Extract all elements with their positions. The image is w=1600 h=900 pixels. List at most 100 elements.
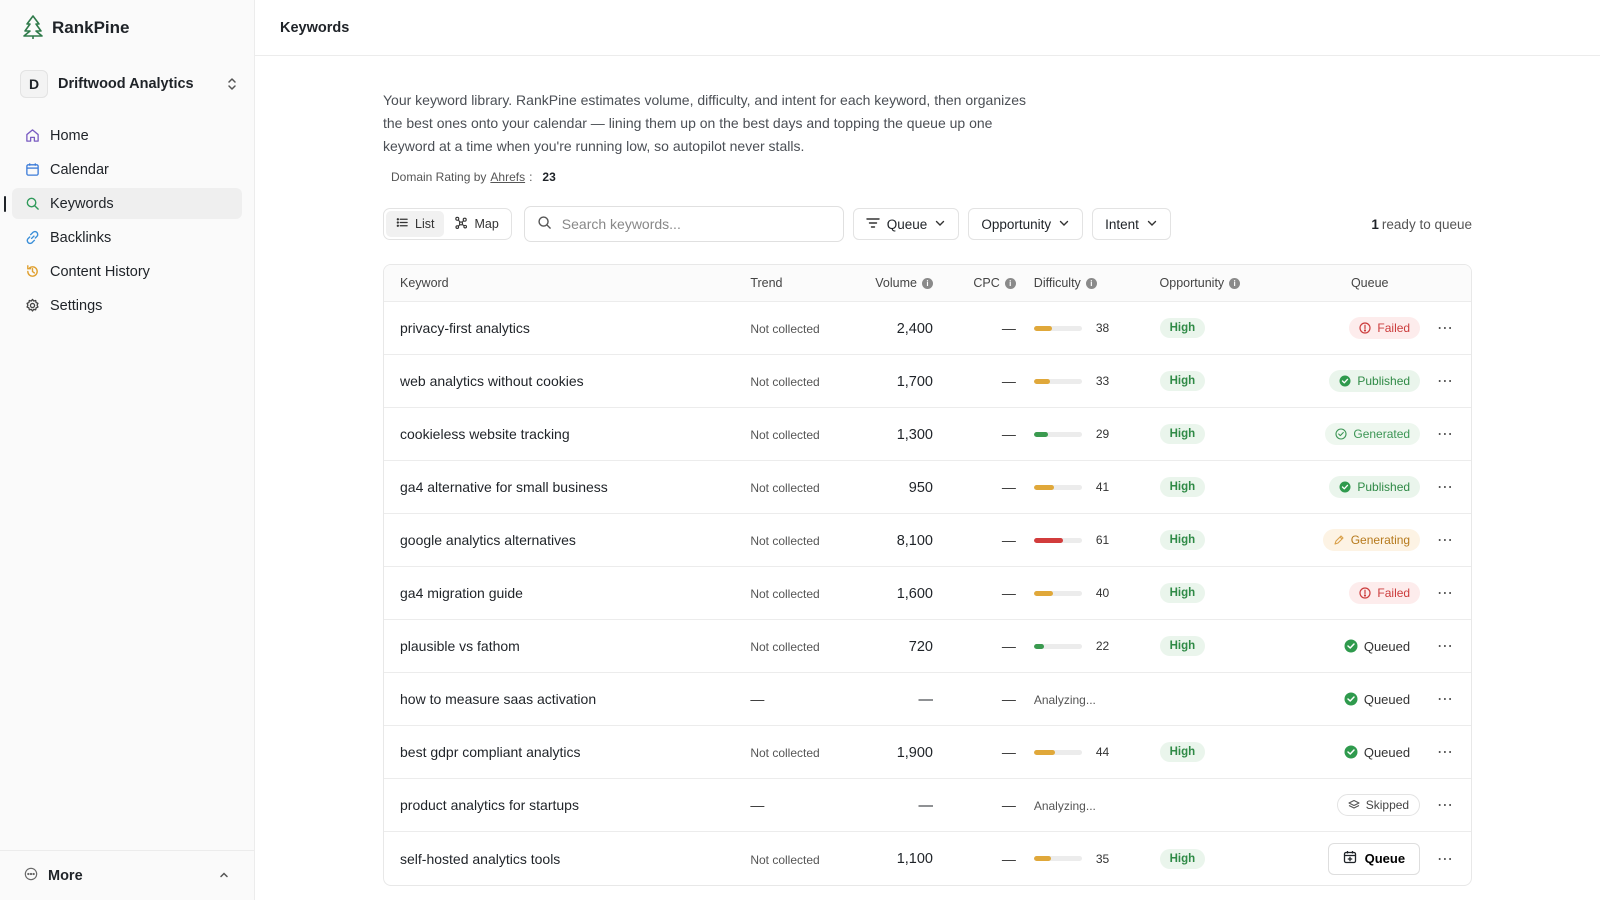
list-view-button[interactable]: List xyxy=(386,211,445,237)
keyword-text[interactable]: how to measure saas activation xyxy=(400,691,596,707)
table-row[interactable]: google analytics alternatives Not collect… xyxy=(384,514,1471,567)
list-icon xyxy=(396,216,409,232)
keyword-text[interactable]: ga4 alternative for small business xyxy=(400,479,608,495)
table-row[interactable]: ga4 migration guide Not collected 1,600 — 40… xyxy=(384,567,1471,620)
workspace-switcher[interactable]: D Driftwood Analytics xyxy=(20,66,242,102)
domain-rating: Domain Rating by Ahrefs : 23 xyxy=(383,170,1472,184)
volume-value: 1,900 xyxy=(896,744,933,761)
header-cpc[interactable]: CPC i xyxy=(933,276,1016,290)
sidebar-item-backlinks[interactable]: Backlinks xyxy=(12,222,242,253)
status-badge: Failed xyxy=(1349,317,1421,339)
header-opportunity[interactable]: Opportunity i xyxy=(1160,276,1280,290)
more-actions-icon[interactable]: ⋯ xyxy=(1437,477,1454,497)
intent-filter-button[interactable]: Intent xyxy=(1092,208,1171,240)
chevron-down-icon xyxy=(1058,217,1070,232)
chevron-up-icon xyxy=(218,868,230,884)
table-row[interactable]: ga4 alternative for small business Not co… xyxy=(384,461,1471,514)
more-actions-icon[interactable]: ⋯ xyxy=(1437,583,1454,603)
trend-value: Not collected xyxy=(750,640,820,654)
difficulty-value: 35 xyxy=(1095,851,1110,866)
search-icon xyxy=(24,196,40,212)
table-row[interactable]: best gdpr compliant analytics Not collect… xyxy=(384,726,1471,779)
opportunity-filter-button[interactable]: Opportunity xyxy=(968,208,1084,240)
more-actions-icon[interactable]: ⋯ xyxy=(1437,530,1454,550)
volume-value: 950 xyxy=(908,479,933,496)
keyword-text[interactable]: ga4 migration guide xyxy=(400,585,523,601)
brand[interactable]: RankPine xyxy=(0,0,254,56)
ahrefs-link[interactable]: Ahrefs xyxy=(490,170,525,184)
sidebar: RankPine D Driftwood Analytics Home Cale… xyxy=(0,0,255,900)
header-difficulty[interactable]: Difficulty i xyxy=(1016,276,1160,290)
difficulty-bar-fill xyxy=(1033,590,1054,596)
more-actions-icon[interactable]: ⋯ xyxy=(1437,689,1454,709)
opportunity-filter-label: Opportunity xyxy=(981,216,1052,232)
trend-value: Not collected xyxy=(750,322,820,336)
header-volume[interactable]: Volume i xyxy=(853,276,933,290)
more-actions-icon[interactable]: ⋯ xyxy=(1437,636,1454,656)
alert-circle-icon xyxy=(1359,587,1372,599)
ready-to-queue-count: 1 ready to queue xyxy=(1371,217,1472,232)
more-actions-icon[interactable]: ⋯ xyxy=(1437,371,1454,391)
header-trend[interactable]: Trend xyxy=(750,276,853,290)
calendar-icon xyxy=(24,162,40,178)
trend-value: Not collected xyxy=(750,375,820,389)
cpc-value: — xyxy=(1001,744,1016,760)
table-row[interactable]: how to measure saas activation — — — Analyzi… xyxy=(384,673,1471,726)
info-icon[interactable]: i xyxy=(921,277,933,289)
table-row[interactable]: plausible vs fathom Not collected 720 — 22 Hi… xyxy=(384,620,1471,673)
search-input[interactable] xyxy=(561,216,843,232)
status-badge: Queued xyxy=(1344,741,1420,763)
more-actions-icon[interactable]: ⋯ xyxy=(1437,424,1454,444)
difficulty-bar-fill xyxy=(1033,856,1051,861)
sidebar-item-content-history[interactable]: Content History xyxy=(12,256,242,287)
opportunity-badge: High xyxy=(1159,636,1206,656)
sidebar-nav: Home Calendar Keywords Backlinks Content… xyxy=(0,120,254,321)
page-title: Keywords xyxy=(280,19,350,36)
info-icon[interactable]: i xyxy=(1085,277,1097,289)
sidebar-item-home[interactable]: Home xyxy=(12,120,242,151)
volume-value: — xyxy=(918,797,933,814)
more-menu-toggle[interactable]: More xyxy=(0,850,254,900)
keyword-text[interactable]: plausible vs fathom xyxy=(400,638,520,654)
table-row[interactable]: privacy-first analytics Not collected 2,40… xyxy=(384,302,1471,355)
difficulty-bar-track xyxy=(1033,590,1082,596)
more-actions-icon[interactable]: ⋯ xyxy=(1437,849,1454,869)
info-icon[interactable]: i xyxy=(1004,277,1016,289)
sidebar-item-keywords[interactable]: Keywords xyxy=(4,188,242,219)
keyword-text[interactable]: cookieless website tracking xyxy=(400,426,570,442)
header-keyword[interactable]: Keyword xyxy=(384,276,750,290)
map-view-button[interactable]: Map xyxy=(444,211,508,237)
list-view-label: List xyxy=(415,217,435,231)
sidebar-item-calendar[interactable]: Calendar xyxy=(12,154,242,185)
keyword-text[interactable]: product analytics for startups xyxy=(400,797,579,813)
difficulty-value: 44 xyxy=(1095,745,1110,759)
table-row[interactable]: product analytics for startups — — — Analyzi… xyxy=(384,779,1471,832)
difficulty-bar-track xyxy=(1033,749,1082,755)
difficulty-value: 33 xyxy=(1095,374,1110,388)
difficulty-meter: 44 xyxy=(1033,745,1160,759)
info-icon[interactable]: i xyxy=(1229,277,1241,289)
queue-filter-button[interactable]: Queue xyxy=(852,208,960,240)
keyword-text[interactable]: self-hosted analytics tools xyxy=(400,851,560,867)
pencil-icon xyxy=(1333,534,1345,546)
keyword-text[interactable]: web analytics without cookies xyxy=(400,373,584,389)
keyword-text[interactable]: best gdpr compliant analytics xyxy=(400,744,581,760)
table-row[interactable]: cookieless website tracking Not collected… xyxy=(384,408,1471,461)
keyword-text[interactable]: google analytics alternatives xyxy=(400,532,576,548)
queue-button[interactable]: Queue xyxy=(1327,842,1421,875)
status-badge: Queued xyxy=(1344,688,1420,710)
sidebar-item-label: Backlinks xyxy=(50,229,112,246)
status-badge: Queued xyxy=(1344,635,1420,657)
check-circle-icon xyxy=(1344,692,1358,706)
volume-value: 1,100 xyxy=(896,851,933,867)
header-queue[interactable]: Queue xyxy=(1279,276,1420,290)
table-row[interactable]: self-hosted analytics tools Not collected… xyxy=(384,832,1471,885)
more-actions-icon[interactable]: ⋯ xyxy=(1437,318,1454,338)
header-volume-label: Volume xyxy=(875,276,917,290)
sidebar-item-settings[interactable]: Settings xyxy=(12,290,242,321)
more-actions-icon[interactable]: ⋯ xyxy=(1437,742,1454,762)
table-row[interactable]: web analytics without cookies Not collect… xyxy=(384,355,1471,408)
keyword-text[interactable]: privacy-first analytics xyxy=(400,320,530,336)
more-actions-icon[interactable]: ⋯ xyxy=(1437,795,1454,815)
check-circle-outline-icon xyxy=(1335,428,1347,440)
